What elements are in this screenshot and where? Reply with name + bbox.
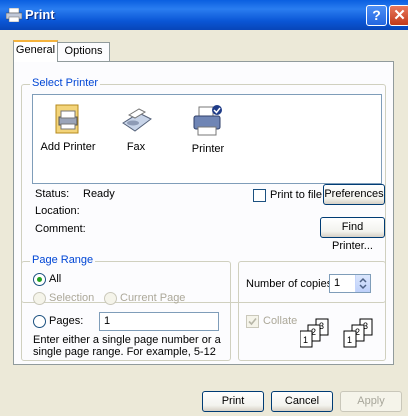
cancel-button[interactable]: Cancel (271, 391, 333, 412)
collate-illustration-icon: 3 2 1 3 2 1 (300, 318, 373, 348)
select-printer-legend: Select Printer (30, 77, 101, 89)
selection-radio[interactable] (33, 292, 46, 305)
current-page-radio[interactable] (104, 292, 117, 305)
page-range-legend: Page Range (30, 254, 96, 266)
pages-label: Pages: (49, 315, 84, 327)
apply-button[interactable]: Apply (340, 391, 402, 412)
status-label: Status: (35, 188, 70, 200)
window-title: Print (25, 7, 55, 22)
print-to-file-checkbox[interactable] (253, 189, 266, 202)
printer-label-add-printer: Add Printer (40, 141, 96, 153)
selection-label: Selection (49, 292, 95, 304)
close-button[interactable]: ✕ (389, 5, 408, 26)
title-bar: Print ? ✕ (0, 0, 408, 30)
check-icon (248, 317, 257, 326)
printer-item-add-printer[interactable]: Add Printer (33, 103, 103, 153)
help-button[interactable]: ? (366, 5, 387, 26)
printer-item-fax[interactable]: Fax (101, 103, 171, 153)
find-printer-button[interactable]: Find Printer... (320, 217, 385, 252)
copies-spinner[interactable] (355, 275, 370, 292)
printer-title-icon (6, 8, 22, 22)
printer-label-printer: Printer (191, 143, 225, 155)
preferences-button[interactable]: Preferences (323, 184, 385, 205)
collate-checkbox[interactable] (246, 315, 259, 328)
pages-input[interactable]: 1 (99, 312, 219, 331)
printer-item-printer[interactable]: Printer (173, 103, 243, 155)
tab-options[interactable]: Options (57, 42, 110, 61)
print-button[interactable]: Print (202, 391, 264, 412)
comment-label: Comment: (35, 223, 86, 235)
collate-label: Collate (263, 315, 298, 327)
page-range-hint: Enter either a single page number or a s… (33, 334, 221, 358)
number-of-copies-label: Number of copies: (246, 278, 336, 290)
spinner-arrows-icon (359, 277, 367, 290)
printer-list[interactable]: Add Printer Fax Printer (32, 94, 382, 184)
print-to-file-label: Print to file (270, 189, 322, 201)
status-value: Ready (83, 188, 115, 200)
current-page-label: Current Page (120, 292, 186, 304)
all-label: All (49, 273, 62, 285)
pages-radio[interactable] (33, 315, 46, 328)
svg-text:1: 1 (303, 335, 308, 345)
tab-general[interactable]: General (13, 40, 58, 62)
svg-text:1: 1 (347, 335, 352, 345)
location-label: Location: (35, 205, 80, 217)
general-tab-panel: Select Printer Add Printer Fax Printer S… (13, 61, 394, 365)
add-printer-icon (55, 104, 79, 134)
fax-icon (122, 108, 152, 132)
all-radio-selected-dot (37, 277, 42, 282)
all-radio[interactable] (33, 273, 46, 286)
printer-icon (193, 105, 222, 136)
printer-label-fax: Fax (126, 141, 146, 153)
